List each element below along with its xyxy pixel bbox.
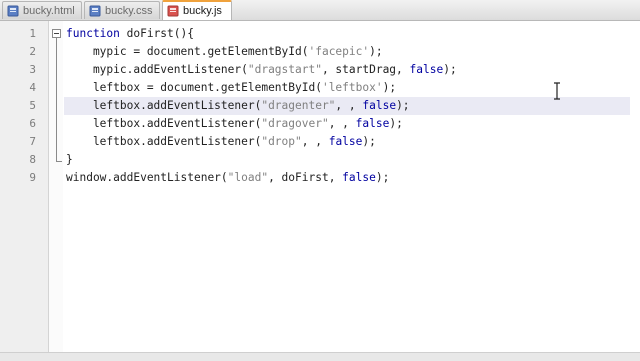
code-line-8: } <box>66 153 73 166</box>
fold-guide-end <box>56 161 62 162</box>
line-number: 2 <box>29 45 36 58</box>
code-line-4: leftbox = document.getElementById('leftb… <box>66 81 397 94</box>
code-line-6: leftbox.addEventListener("dragover", , f… <box>66 117 403 130</box>
fold-collapse-icon[interactable] <box>52 29 61 38</box>
line-number: 8 <box>29 153 36 166</box>
tab-bucky-js[interactable]: bucky.js <box>162 0 232 20</box>
line-number-gutter: 1 2 3 4 5 6 7 8 9 <box>0 21 49 360</box>
tab-bucky-html[interactable]: bucky.html <box>2 1 82 19</box>
code-line-3: mypic.addEventListener("dragstart", star… <box>66 63 457 76</box>
line-number: 3 <box>29 63 36 76</box>
file-icon <box>167 5 179 17</box>
code-line-2: mypic = document.getElementById('facepic… <box>66 45 383 58</box>
code-line-1: function doFirst(){ <box>66 27 194 40</box>
line-number: 1 <box>29 27 36 40</box>
tab-label: bucky.css <box>105 4 153 17</box>
line-number: 5 <box>29 99 36 112</box>
line-number: 9 <box>29 171 36 184</box>
tab-label: bucky.js <box>183 5 222 17</box>
file-icon <box>89 5 101 17</box>
line-number: 4 <box>29 81 36 94</box>
line-number: 6 <box>29 117 36 130</box>
code-line-9: window.addEventListener("load", doFirst,… <box>66 171 390 184</box>
file-icon <box>7 5 19 17</box>
tab-label: bucky.html <box>23 4 75 17</box>
text-cursor-icon <box>552 82 562 100</box>
line-number: 7 <box>29 135 36 148</box>
code-line-7: leftbox.addEventListener("drop", , false… <box>66 135 376 148</box>
code-line-5: leftbox.addEventListener("dragenter", , … <box>66 99 410 112</box>
fold-guide <box>56 38 57 162</box>
tab-bar: bucky.html bucky.css bucky.js <box>0 0 640 21</box>
tab-bucky-css[interactable]: bucky.css <box>84 1 160 19</box>
